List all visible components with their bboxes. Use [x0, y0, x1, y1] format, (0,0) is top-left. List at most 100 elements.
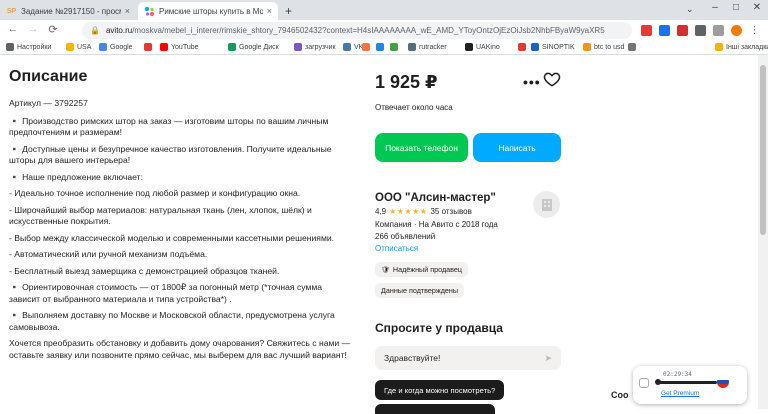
tab-task[interactable]: SP Задание №2917150 - просмотр ×	[0, 2, 136, 20]
description-paragraph: - Широчайший выбор материалов: натуральн…	[9, 204, 312, 227]
response-time: Отвечает около часа	[375, 103, 453, 112]
bookmark-favicon-icon	[628, 43, 636, 51]
bookmark-item[interactable]: Google	[99, 43, 133, 51]
bookmark-favicon-icon	[408, 43, 416, 51]
bookmark-label: Google Диск	[239, 43, 279, 51]
record-icon[interactable]	[639, 378, 649, 388]
send-icon[interactable]: ➤	[544, 353, 552, 364]
scrollbar-thumb[interactable]	[760, 65, 766, 235]
record-extension-icon[interactable]	[677, 25, 688, 36]
description-paragraph: - Идеально точное исполнение под любой р…	[9, 188, 301, 198]
puzzle-extensions-icon[interactable]	[695, 25, 706, 36]
description-paragraph: - Автоматический или ручной механизм под…	[9, 249, 208, 259]
bookmark-item[interactable]: Google Диск	[228, 43, 279, 51]
bookmark-item[interactable]: rutracker	[408, 43, 447, 51]
russia-flag-icon[interactable]	[717, 376, 729, 388]
ask-seller-input[interactable]: Здравствуйте! ➤	[375, 346, 561, 370]
tab-avito[interactable]: Римские шторы купить в Моск... ×	[138, 2, 278, 20]
forward-icon[interactable]: →	[26, 23, 40, 35]
reload-icon[interactable]: ⟳	[46, 23, 60, 36]
bookmark-item[interactable]: YouTube	[160, 43, 199, 51]
bookmark-item[interactable]: Настройки	[6, 43, 51, 51]
bookmark-favicon-icon	[465, 43, 473, 51]
write-message-button[interactable]: Написать	[473, 133, 561, 162]
address-bar[interactable]: 🔒 avito.ru /moskva/mebel_i_interer/rimsk…	[82, 22, 632, 39]
minimize-icon[interactable]: –	[706, 2, 724, 13]
reviews-count: 35 отзывов	[430, 207, 472, 216]
recorder-widget[interactable]: 02:29:34 Get Premium	[633, 366, 747, 404]
bookmark-item[interactable]	[362, 43, 373, 51]
browser-toolbar: ← → ⟳ 🔒 avito.ru /moskva/mebel_i_interer…	[0, 20, 768, 41]
bookmark-item[interactable]: загрузчик	[294, 43, 336, 51]
lock-icon: 🔒	[90, 26, 100, 35]
bookmark-label: загрузчик	[305, 43, 336, 51]
bookmark-favicon-icon	[66, 43, 74, 51]
more-options-icon[interactable]: •••	[523, 74, 541, 90]
close-tab-icon[interactable]: ×	[267, 6, 272, 16]
bookmark-label: SINOPTIK	[542, 43, 575, 51]
bookmark-item[interactable]: Інші закладки	[715, 43, 768, 51]
question-chip[interactable]: Где и когда можно посмотреть?	[375, 380, 505, 400]
bookmark-item[interactable]	[376, 43, 387, 51]
rating-stars-icon: ★★★★★	[389, 207, 428, 216]
profile-avatar-icon[interactable]	[731, 25, 742, 36]
bookmark-label: UAKino	[476, 43, 500, 51]
listings-count: 266 объявлений	[375, 232, 436, 241]
bookmark-favicon-icon	[6, 43, 14, 51]
sidebar-icon[interactable]	[713, 25, 724, 36]
bookmark-favicon-icon	[715, 43, 723, 51]
bookmark-label: Google	[110, 43, 133, 51]
progress-bar[interactable]	[657, 381, 717, 384]
translate-extension-icon[interactable]	[659, 25, 670, 36]
tab-title: Римские шторы купить в Моск...	[159, 6, 263, 16]
bookmark-item[interactable]	[628, 43, 639, 51]
back-icon[interactable]: ←	[6, 23, 20, 35]
bookmark-item[interactable]: USA	[66, 43, 91, 51]
bookmark-item[interactable]: VK	[343, 43, 363, 51]
page-scrollbar[interactable]	[758, 55, 768, 409]
maximize-icon[interactable]: □	[727, 2, 745, 13]
description-paragraph: ▪️ Доступные цены и безупречное качество…	[9, 143, 332, 166]
bookmark-favicon-icon	[144, 43, 152, 51]
description-paragraph: ▪️ Наше предложение включает:	[9, 171, 143, 182]
description-paragraph: ▪️ Выполняем доставку по Москве и Москов…	[9, 310, 335, 332]
seller-rating[interactable]: 4,9 ★★★★★ 35 отзывов	[375, 207, 472, 216]
tab-strip: SP Задание №2917150 - просмотр × Римские…	[0, 0, 768, 20]
flag-extension-icon[interactable]	[641, 25, 652, 36]
tab-search-icon[interactable]: ⌄	[686, 4, 694, 15]
bookmark-item[interactable]	[518, 43, 529, 51]
unsubscribe-link[interactable]: Отписаться	[375, 244, 418, 253]
question-chip-next[interactable]	[375, 404, 495, 414]
bookmark-item[interactable]	[390, 43, 401, 51]
description-paragraph: - Выбор между классической моделью и сов…	[9, 232, 335, 243]
bookmarks-bar: Настройки USA Google YouTube Google Диск загр…	[0, 41, 768, 55]
bookmark-item[interactable]	[144, 43, 155, 51]
close-tab-icon[interactable]: ×	[125, 6, 130, 16]
bookmark-favicon-icon	[99, 43, 107, 51]
progress-knob[interactable]	[655, 379, 661, 385]
menu-kebab-icon[interactable]: ⋮	[749, 25, 760, 36]
price: 1 925 ₽	[375, 72, 438, 92]
bookmark-label: USA	[77, 43, 92, 51]
description-body: ▪️ Производство римских штор на заказ — …	[9, 116, 354, 362]
bookmark-favicon-icon	[362, 43, 370, 51]
favorite-heart-icon[interactable]	[543, 70, 561, 88]
seller-name[interactable]: ООО "Алсин-мастер"	[375, 192, 496, 204]
bookmark-label: Настройки	[17, 43, 52, 51]
rating-value: 4,9	[375, 207, 387, 216]
new-tab-button[interactable]: +	[281, 3, 296, 18]
show-phone-button[interactable]: Показать телефон	[375, 133, 468, 162]
close-window-icon[interactable]: ✕	[748, 2, 766, 13]
avito-listing-page: Описание Артикул — 3792257 ▪️ Производст…	[0, 55, 768, 414]
bookmark-label: YouTube	[171, 43, 199, 51]
tab-title: Задание №2917150 - просмотр	[21, 6, 121, 16]
description-paragraph: ▪️ Ориентировочная стоимость — от 1800₽ …	[9, 282, 323, 304]
bookmark-item[interactable]: UAKino	[465, 43, 500, 51]
bookmark-favicon-icon	[228, 43, 236, 51]
badge-label: Надёжный продавец	[392, 265, 462, 274]
bookmark-item[interactable]: btc to usd	[583, 43, 624, 51]
get-premium-link[interactable]: Get Premium	[661, 390, 699, 397]
company-meta: Компания · На Авито с 2018 года	[375, 220, 498, 229]
bookmark-item[interactable]: SINOPTIK	[531, 43, 575, 51]
seller-building-icon[interactable]	[533, 191, 560, 218]
